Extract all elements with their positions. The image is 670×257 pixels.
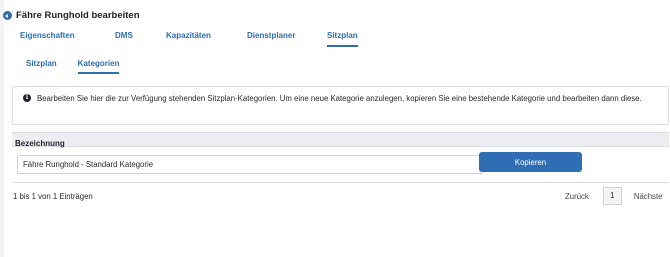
info-icon: i — [23, 94, 31, 102]
subtab-sitzplan[interactable]: Sitzplan — [26, 59, 57, 74]
info-box: i Bearbeiten Sie hier die zur Verfügung … — [12, 86, 669, 125]
pagination-next-button[interactable]: Nächste — [634, 192, 663, 201]
main-tabs: Eigenschaften DMS Kapazitäten Dienstplan… — [20, 31, 358, 47]
subtab-kategorien[interactable]: Kategorien — [77, 59, 120, 74]
tab-dienstplaner[interactable]: Dienstplaner — [247, 31, 327, 47]
divider — [12, 182, 669, 183]
title-bar: Fähre Runghold bearbeiten — [3, 10, 140, 21]
back-arrow-icon[interactable] — [3, 11, 12, 20]
tab-eigenschaften[interactable]: Eigenschaften — [20, 31, 115, 47]
pagination-page-1[interactable]: 1 — [602, 187, 622, 205]
left-rule — [0, 0, 4, 257]
copy-button[interactable]: Kopieren — [479, 152, 582, 172]
pagination-prev-button[interactable]: Zurück — [565, 192, 589, 201]
info-text: Bearbeiten Sie hier die zur Verfügung st… — [37, 94, 642, 103]
tab-sitzplan[interactable]: Sitzplan — [327, 31, 358, 47]
category-name-input[interactable] — [17, 155, 483, 174]
pagination: Zurück 1 Nächste — [565, 187, 662, 205]
tab-kapazitaeten[interactable]: Kapazitäten — [166, 31, 247, 47]
tab-dms[interactable]: DMS — [115, 31, 166, 47]
page: Fähre Runghold bearbeiten Eigenschaften … — [0, 0, 670, 257]
table-header: Bezeichnung — [12, 132, 669, 148]
page-title: Fähre Runghold bearbeiten — [16, 10, 140, 21]
sub-tabs: Sitzplan Kategorien — [26, 59, 120, 74]
entry-count: 1 bis 1 von 1 Einträgen — [13, 192, 93, 201]
table-row: Kopieren — [12, 147, 669, 184]
